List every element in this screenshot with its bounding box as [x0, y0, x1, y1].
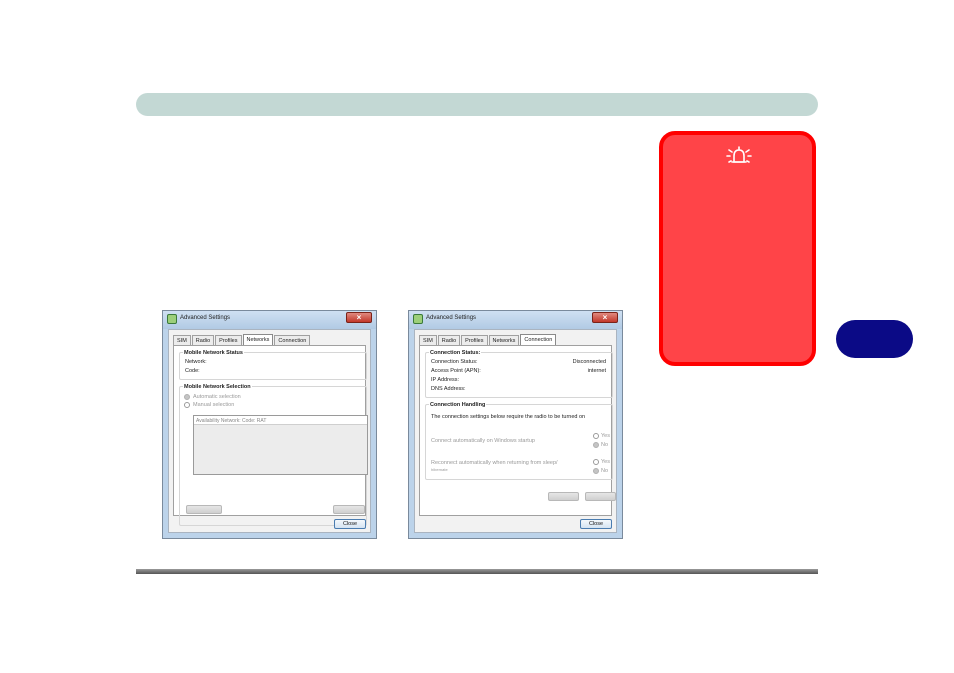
- tab-strip: SIM Radio Profiles Networks Connection: [173, 334, 311, 345]
- close-window-button[interactable]: ×: [346, 312, 372, 323]
- connection-status-label: Connection Status:: [431, 359, 478, 365]
- window-title: Advanced Settings: [426, 315, 477, 321]
- sleep-reconnect-label: Reconnect automatically when returning f…: [431, 460, 558, 466]
- disconnect-button[interactable]: [585, 492, 616, 501]
- available-networks-list[interactable]: Availability Network: Code: RAT: [193, 415, 368, 475]
- tab-profiles[interactable]: Profiles: [461, 335, 488, 345]
- advanced-settings-window-connection: Advanced Settings × SIM Radio Profiles N…: [408, 310, 623, 539]
- register-button[interactable]: [333, 505, 365, 514]
- automatic-selection-radio[interactable]: [184, 394, 190, 400]
- connection-panel: Connection Status: Connection Status: Di…: [419, 345, 616, 516]
- connection-status-value: Disconnected: [572, 359, 606, 365]
- title-bar: Advanced Settings ×: [163, 311, 376, 329]
- manual-selection-radio[interactable]: [184, 402, 190, 408]
- startup-no-radio[interactable]: [593, 442, 599, 448]
- mobile-network-status-group: Mobile Network Status Network: Code:: [179, 350, 367, 380]
- sleep-yes-label: Yes: [601, 459, 610, 465]
- tab-strip: SIM Radio Profiles Networks Connection: [419, 334, 557, 345]
- connection-handling-group: Connection Handling The connection setti…: [425, 402, 613, 480]
- ip-address-label: IP Address:: [431, 377, 460, 383]
- access-point-value: internet: [587, 368, 606, 374]
- group-title: Connection Status:: [429, 350, 482, 356]
- refresh-button[interactable]: [186, 505, 222, 514]
- title-bar: Advanced Settings ×: [409, 311, 622, 329]
- window-title: Advanced Settings: [180, 315, 231, 321]
- warning-callout: [659, 131, 816, 366]
- connect-button[interactable]: [548, 492, 579, 501]
- tab-connection[interactable]: Connection: [274, 335, 311, 345]
- tab-radio[interactable]: Radio: [191, 335, 215, 345]
- window-body: SIM Radio Profiles Networks Connection M…: [168, 329, 371, 533]
- list-header: Availability Network: Code: RAT: [194, 416, 367, 425]
- group-title: Connection Handling: [429, 402, 487, 408]
- access-point-label: Access Point (APN):: [431, 368, 481, 374]
- tab-sim[interactable]: SIM: [419, 335, 437, 345]
- startup-yes-label: Yes: [601, 433, 610, 439]
- advanced-settings-window-networks: Advanced Settings × SIM Radio Profiles N…: [162, 310, 377, 539]
- chapter-tab: [836, 320, 913, 358]
- sleep-yes-radio[interactable]: [593, 459, 599, 465]
- code-label: Code:: [185, 368, 200, 374]
- footer-rule: [136, 569, 818, 574]
- window-body: SIM Radio Profiles Networks Connection C…: [414, 329, 617, 533]
- tab-networks[interactable]: Networks: [488, 335, 520, 345]
- automatic-selection-label: Automatic selection: [193, 394, 241, 400]
- startup-label: Connect automatically on Windows startup: [431, 438, 535, 444]
- app-icon: [413, 314, 423, 324]
- sleep-no-radio[interactable]: [593, 468, 599, 474]
- alarm-bell-icon: [726, 146, 752, 163]
- mobile-network-selection-group: Mobile Network Selection Automatic selec…: [179, 384, 368, 526]
- app-icon: [167, 314, 177, 324]
- tab-sim[interactable]: SIM: [173, 335, 191, 345]
- startup-yes-radio[interactable]: [593, 433, 599, 439]
- close-button[interactable]: Close: [580, 519, 612, 529]
- startup-no-label: No: [601, 442, 609, 448]
- group-title: Mobile Network Status: [183, 350, 244, 356]
- sleep-no-label: No: [601, 468, 609, 474]
- header-bar: [136, 93, 818, 116]
- connection-status-group: Connection Status: Connection Status: Di…: [425, 350, 613, 398]
- tab-networks[interactable]: Networks: [242, 334, 274, 345]
- close-button[interactable]: Close: [334, 519, 366, 529]
- networks-panel: Mobile Network Status Network: Code: Mob…: [173, 345, 368, 526]
- tab-connection[interactable]: Connection: [520, 334, 557, 345]
- sleep-reconnect-sublabel: hibernate: [431, 467, 448, 472]
- network-label: Network:: [185, 359, 207, 365]
- radio-required-note: The connection settings below require th…: [431, 414, 586, 420]
- tab-radio[interactable]: Radio: [437, 335, 461, 345]
- tab-profiles[interactable]: Profiles: [215, 335, 242, 345]
- group-title: Mobile Network Selection: [183, 384, 252, 390]
- manual-selection-label: Manual selection: [193, 402, 235, 408]
- close-window-button[interactable]: ×: [592, 312, 618, 323]
- dns-address-label: DNS Address:: [431, 386, 466, 392]
